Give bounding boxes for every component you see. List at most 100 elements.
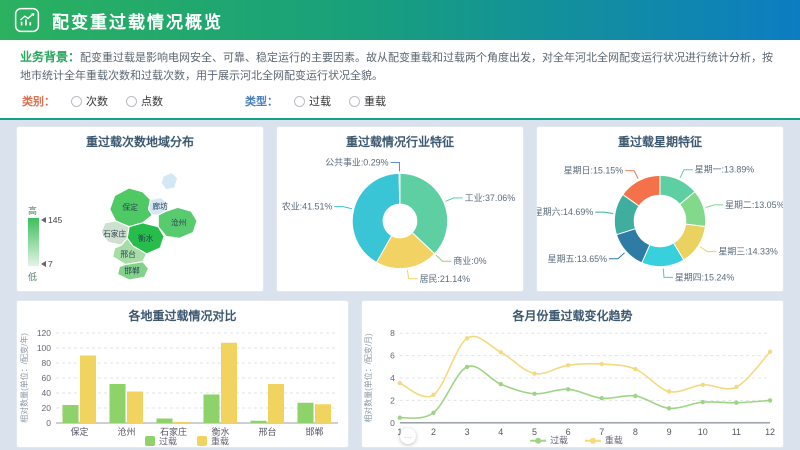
map-region-label: 邯郸 — [124, 265, 140, 275]
donut-slice-公共事业[interactable] — [399, 174, 400, 205]
donut-label-line — [595, 212, 613, 213]
line-marker-过载[interactable] — [734, 401, 738, 405]
y-axis-title: 相对数量(单位：/配变/年) — [19, 333, 29, 423]
business-background: 业务背景：配变重过载是影响电网安全、可靠、稳定运行的主要因素。故从配变重载和过载… — [0, 40, 800, 87]
line-marker-重载[interactable] — [566, 363, 570, 367]
bar-重载-衡水[interactable] — [221, 343, 237, 423]
panel-region-map: 重过载次数地域分布 高 145 7 低 保定廊坊沧州石家庄衡水 — [16, 126, 264, 292]
line-marker-重载[interactable] — [431, 393, 435, 397]
line-series-过载 — [400, 366, 770, 418]
legend-label[interactable]: 重载 — [605, 435, 623, 446]
bar-重载-邢台[interactable] — [268, 384, 284, 423]
x-tick-label: 9 — [667, 427, 672, 437]
trend-chart-icon — [14, 7, 40, 33]
top-section: 配变重过载情况概览 业务背景：配变重过载是影响电网安全、可靠、稳定运行的主要因素… — [0, 0, 800, 120]
radio-circle-icon[interactable] — [294, 96, 305, 107]
business-background-label: 业务背景： — [20, 50, 80, 64]
donut-label: 星期日:15.15% — [564, 166, 623, 176]
bar-重载-沧州[interactable] — [127, 392, 143, 424]
radio-circle-icon[interactable] — [126, 96, 137, 107]
line-marker-过载[interactable] — [701, 400, 705, 404]
donut-label: 商业:0% — [453, 255, 486, 266]
legend-label[interactable]: 重载 — [211, 436, 229, 447]
x-tick-label: 4 — [498, 427, 503, 437]
radio-option-guozai[interactable]: 过载 — [294, 93, 331, 109]
x-tick-label: 5 — [532, 427, 537, 437]
map-region-label: 衡水 — [138, 233, 154, 243]
radio-option-cishu[interactable]: 次数 — [71, 93, 108, 109]
line-marker-过载[interactable] — [499, 382, 503, 386]
line-marker-重载[interactable] — [499, 350, 503, 354]
y-tick-label: 8 — [390, 328, 395, 338]
donut-label-line — [334, 207, 352, 209]
x-tick-label: 2 — [431, 427, 436, 437]
bar-过载-邢台[interactable] — [251, 421, 267, 423]
y-tick-label: 20 — [42, 403, 52, 413]
line-marker-过载[interactable] — [566, 387, 570, 391]
panel-industry-donut: 重过载情况行业特征 工业:37.06%商业:0%居民:21.14%农业:41.5… — [276, 126, 524, 292]
line-marker-重载[interactable] — [633, 367, 637, 371]
line-marker-重载[interactable] — [600, 362, 604, 366]
line-marker-过载[interactable] — [768, 398, 772, 402]
radio-option-dianshu[interactable]: 点数 — [126, 93, 163, 109]
line-marker-过载[interactable] — [633, 394, 637, 398]
radio-option-zhongzai[interactable]: 重载 — [349, 93, 386, 109]
line-marker-过载[interactable] — [667, 406, 671, 410]
legend-label[interactable]: 过载 — [159, 436, 177, 447]
scale-gradient-bar[interactable] — [28, 218, 39, 266]
bar-过载-邯郸[interactable] — [298, 403, 314, 423]
x-tick-label: 7 — [599, 427, 604, 437]
panel-title: 各月份重过载变化趋势 — [362, 301, 783, 323]
bar-过载-衡水[interactable] — [204, 395, 220, 424]
donut-label-line — [663, 269, 673, 278]
legend-swatch-过载[interactable] — [145, 436, 155, 446]
x-tick-label: 沧州 — [117, 426, 135, 437]
radio-circle-icon[interactable] — [349, 96, 360, 107]
legend-dot-icon[interactable] — [535, 438, 541, 444]
line-marker-重载[interactable] — [768, 350, 772, 354]
scale-low-label: 低 — [28, 271, 37, 282]
legend-swatch-重载[interactable] — [197, 436, 207, 446]
legend-dot-icon[interactable] — [590, 438, 596, 444]
x-tick-label: 11 — [732, 427, 741, 437]
line-marker-过载[interactable] — [431, 411, 435, 415]
bar-过载-石家庄[interactable] — [157, 419, 173, 424]
map-region-label: 廊坊 — [152, 201, 168, 211]
line-marker-过载[interactable] — [600, 396, 604, 400]
line-marker-过载[interactable] — [532, 392, 536, 396]
city-bar-chart: 020406080100120保定沧州石家庄衡水邢台邯郸相对数量(单位：/配变/… — [17, 323, 348, 447]
donut-label: 星期六:14.69% — [537, 206, 593, 217]
donut-label: 居民:21.14% — [420, 274, 471, 284]
bar-过载-沧州[interactable] — [110, 384, 126, 423]
donut-label: 星期二:13.05% — [725, 200, 783, 210]
bar-重载-保定[interactable] — [80, 356, 96, 424]
bar-重载-石家庄[interactable] — [174, 422, 190, 423]
industry-donut-chart: 工业:37.06%商业:0%居民:21.14%农业:41.51%公共事业:0.2… — [277, 149, 523, 287]
line-marker-重载[interactable] — [701, 383, 705, 387]
panel-weekday-donut: 重过载星期特征 星期一:13.89%星期二:13.05%星期三:14.33%星期… — [536, 126, 784, 292]
donut-label-line — [680, 170, 693, 178]
radio-option-label: 过载 — [309, 93, 331, 109]
month-line-chart: 02468123456789101112相对数量(单位：/配变/月)过载重载 — [362, 323, 783, 447]
line-marker-过载[interactable] — [398, 416, 402, 420]
radio-circle-icon[interactable] — [71, 96, 82, 107]
line-marker-重载[interactable] — [667, 389, 671, 393]
hebei-map: 保定廊坊沧州石家庄衡水邢台邯郸 — [69, 149, 263, 285]
y-tick-label: 0 — [46, 418, 51, 428]
scale-min-marker-icon — [41, 261, 46, 267]
line-marker-重载[interactable] — [734, 385, 738, 389]
line-marker-重载[interactable] — [532, 372, 536, 376]
donut-label-line — [700, 247, 716, 252]
bar-过载-保定[interactable] — [63, 405, 79, 423]
y-tick-label: 0 — [390, 418, 395, 428]
x-tick-label: 邢台 — [258, 426, 276, 437]
bar-重载-邯郸[interactable] — [315, 404, 331, 423]
line-marker-重载[interactable] — [398, 381, 402, 385]
legend-label[interactable]: 过载 — [550, 435, 568, 446]
panel-title: 各地重过载情况对比 — [17, 301, 348, 323]
map-region-廊坊[interactable] — [161, 173, 177, 190]
line-marker-过载[interactable] — [465, 365, 469, 369]
line-marker-重载[interactable] — [465, 336, 469, 340]
donut-label: 工业:37.06% — [465, 193, 516, 203]
y-tick-label: 120 — [37, 328, 51, 338]
